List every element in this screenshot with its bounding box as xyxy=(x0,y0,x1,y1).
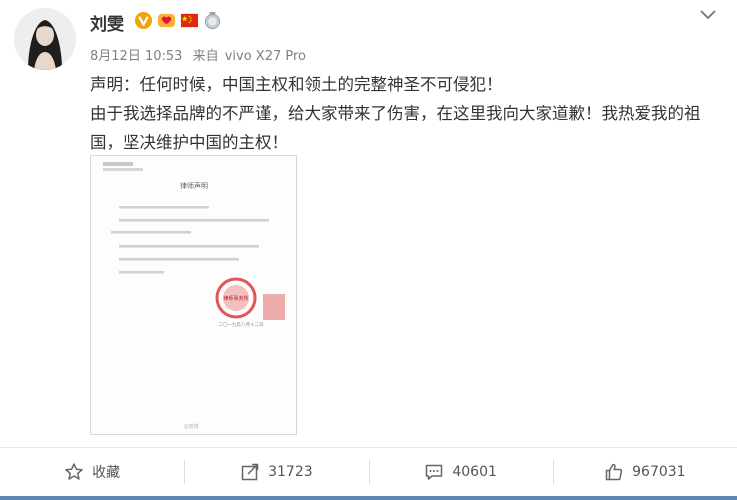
watermark: @微博 xyxy=(183,423,198,430)
favorite-button[interactable]: 收藏 xyxy=(0,448,184,496)
favorite-label: 收藏 xyxy=(92,465,121,481)
share-icon xyxy=(241,463,259,481)
post-paragraph: 由于我选择品牌的不严谨，给大家带来了伤害，在这里我向大家道歉！我热爱我的祖国，坚… xyxy=(90,104,701,152)
like-button[interactable]: 967031 xyxy=(552,448,737,496)
star-icon xyxy=(65,463,83,480)
post-meta: 8月12日 10:53 来自 vivo X27 Pro xyxy=(90,45,306,64)
post-image-lawyer-statement[interactable]: 律师声明 律师事务所 二〇一九年八月十二日 @微博 xyxy=(90,155,297,435)
post-paragraph: 声明：任何时候，中国主权和领土的完整神圣不可侵犯！ xyxy=(90,75,503,94)
stamp-text: 律师事务所 xyxy=(223,295,248,302)
post-source[interactable]: vivo X27 Pro xyxy=(225,49,306,64)
user-badges xyxy=(134,11,222,30)
doc-title: 律师声明 xyxy=(180,181,208,190)
comment-count: 40601 xyxy=(452,464,497,480)
fan-badge-icon[interactable] xyxy=(157,11,176,30)
bottom-bar xyxy=(0,496,737,500)
like-count: 967031 xyxy=(632,464,686,480)
medal-icon[interactable] xyxy=(203,11,222,30)
username[interactable]: 刘雯 xyxy=(90,10,124,35)
china-flag-icon[interactable] xyxy=(180,11,199,30)
doc-date: 二〇一九年八月十二日 xyxy=(219,321,264,328)
avatar[interactable] xyxy=(14,8,76,70)
forward-count: 31723 xyxy=(268,464,313,480)
chevron-down-icon[interactable] xyxy=(699,8,717,22)
forward-button[interactable]: 31723 xyxy=(184,448,368,496)
thumbs-up-icon xyxy=(605,463,623,481)
verified-v-icon[interactable] xyxy=(134,11,153,30)
action-bar: 收藏 31723 40601 967031 xyxy=(0,448,737,496)
source-prefix: 来自 xyxy=(192,49,219,64)
post-content: 声明：任何时候，中国主权和领土的完整神圣不可侵犯！ 由于我选择品牌的不严谨，给大… xyxy=(90,70,720,157)
comment-button[interactable]: 40601 xyxy=(368,448,553,496)
comment-icon xyxy=(426,464,443,480)
post-time[interactable]: 8月12日 10:53 xyxy=(90,49,182,64)
